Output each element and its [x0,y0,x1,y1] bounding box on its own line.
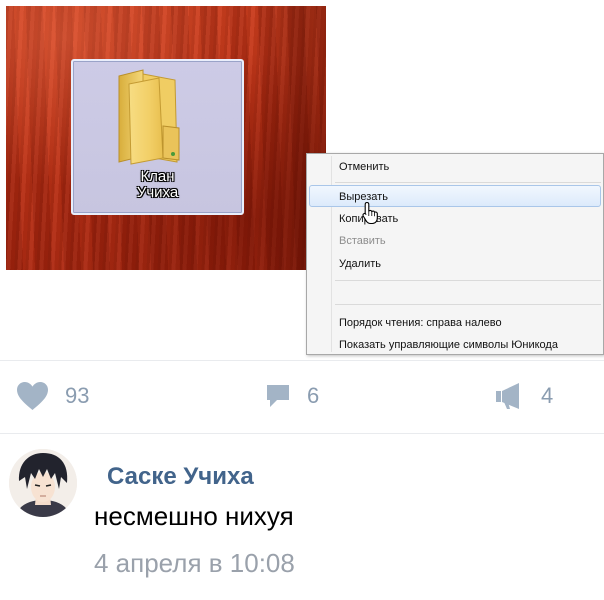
comment-text: несмешно нихуя [94,501,294,531]
heart-icon [17,382,48,410]
folder-label-line1: Клан [140,168,175,185]
avatar-image [9,449,77,517]
divider [0,360,604,361]
context-menu: Отменить Вырезать Копировать Вставить Уд… [306,153,604,355]
like-count: 93 [65,383,90,408]
comment-author[interactable]: Саске Учиха [107,463,254,491]
menu-item-undo[interactable]: Отменить [339,160,389,174]
folder-label: Клан Учиха [73,169,242,201]
like-button[interactable]: 93 [16,380,89,412]
comment-count: 6 [307,383,320,408]
menu-separator [335,304,601,305]
repost-count: 4 [541,383,554,408]
desktop-screenshot: Клан Учиха [6,6,326,270]
comment-date[interactable]: 4 апреля в 10:08 [94,548,295,578]
folder-label-line2: Учиха [136,184,179,201]
hand-pointer-icon [362,201,378,225]
folder-icon [118,69,180,165]
divider [0,433,604,434]
menu-separator [335,182,601,183]
menu-item-delete[interactable]: Удалить [339,257,381,271]
megaphone-icon [496,383,519,409]
menu-item-rtl-reading-order[interactable]: Порядок чтения: справа налево [339,316,502,330]
repost-button[interactable]: 4 [495,380,553,412]
menu-item-paste: Вставить [339,235,386,247]
folder-shortcut[interactable]: Клан Учиха [71,59,244,215]
comment-button[interactable]: 6 [265,380,319,412]
avatar[interactable] [9,449,77,517]
menu-item-show-unicode-control-chars[interactable]: Показать управляющие символы Юникода [339,338,558,352]
comment-bubble-icon [267,385,289,407]
menu-separator [335,280,601,281]
